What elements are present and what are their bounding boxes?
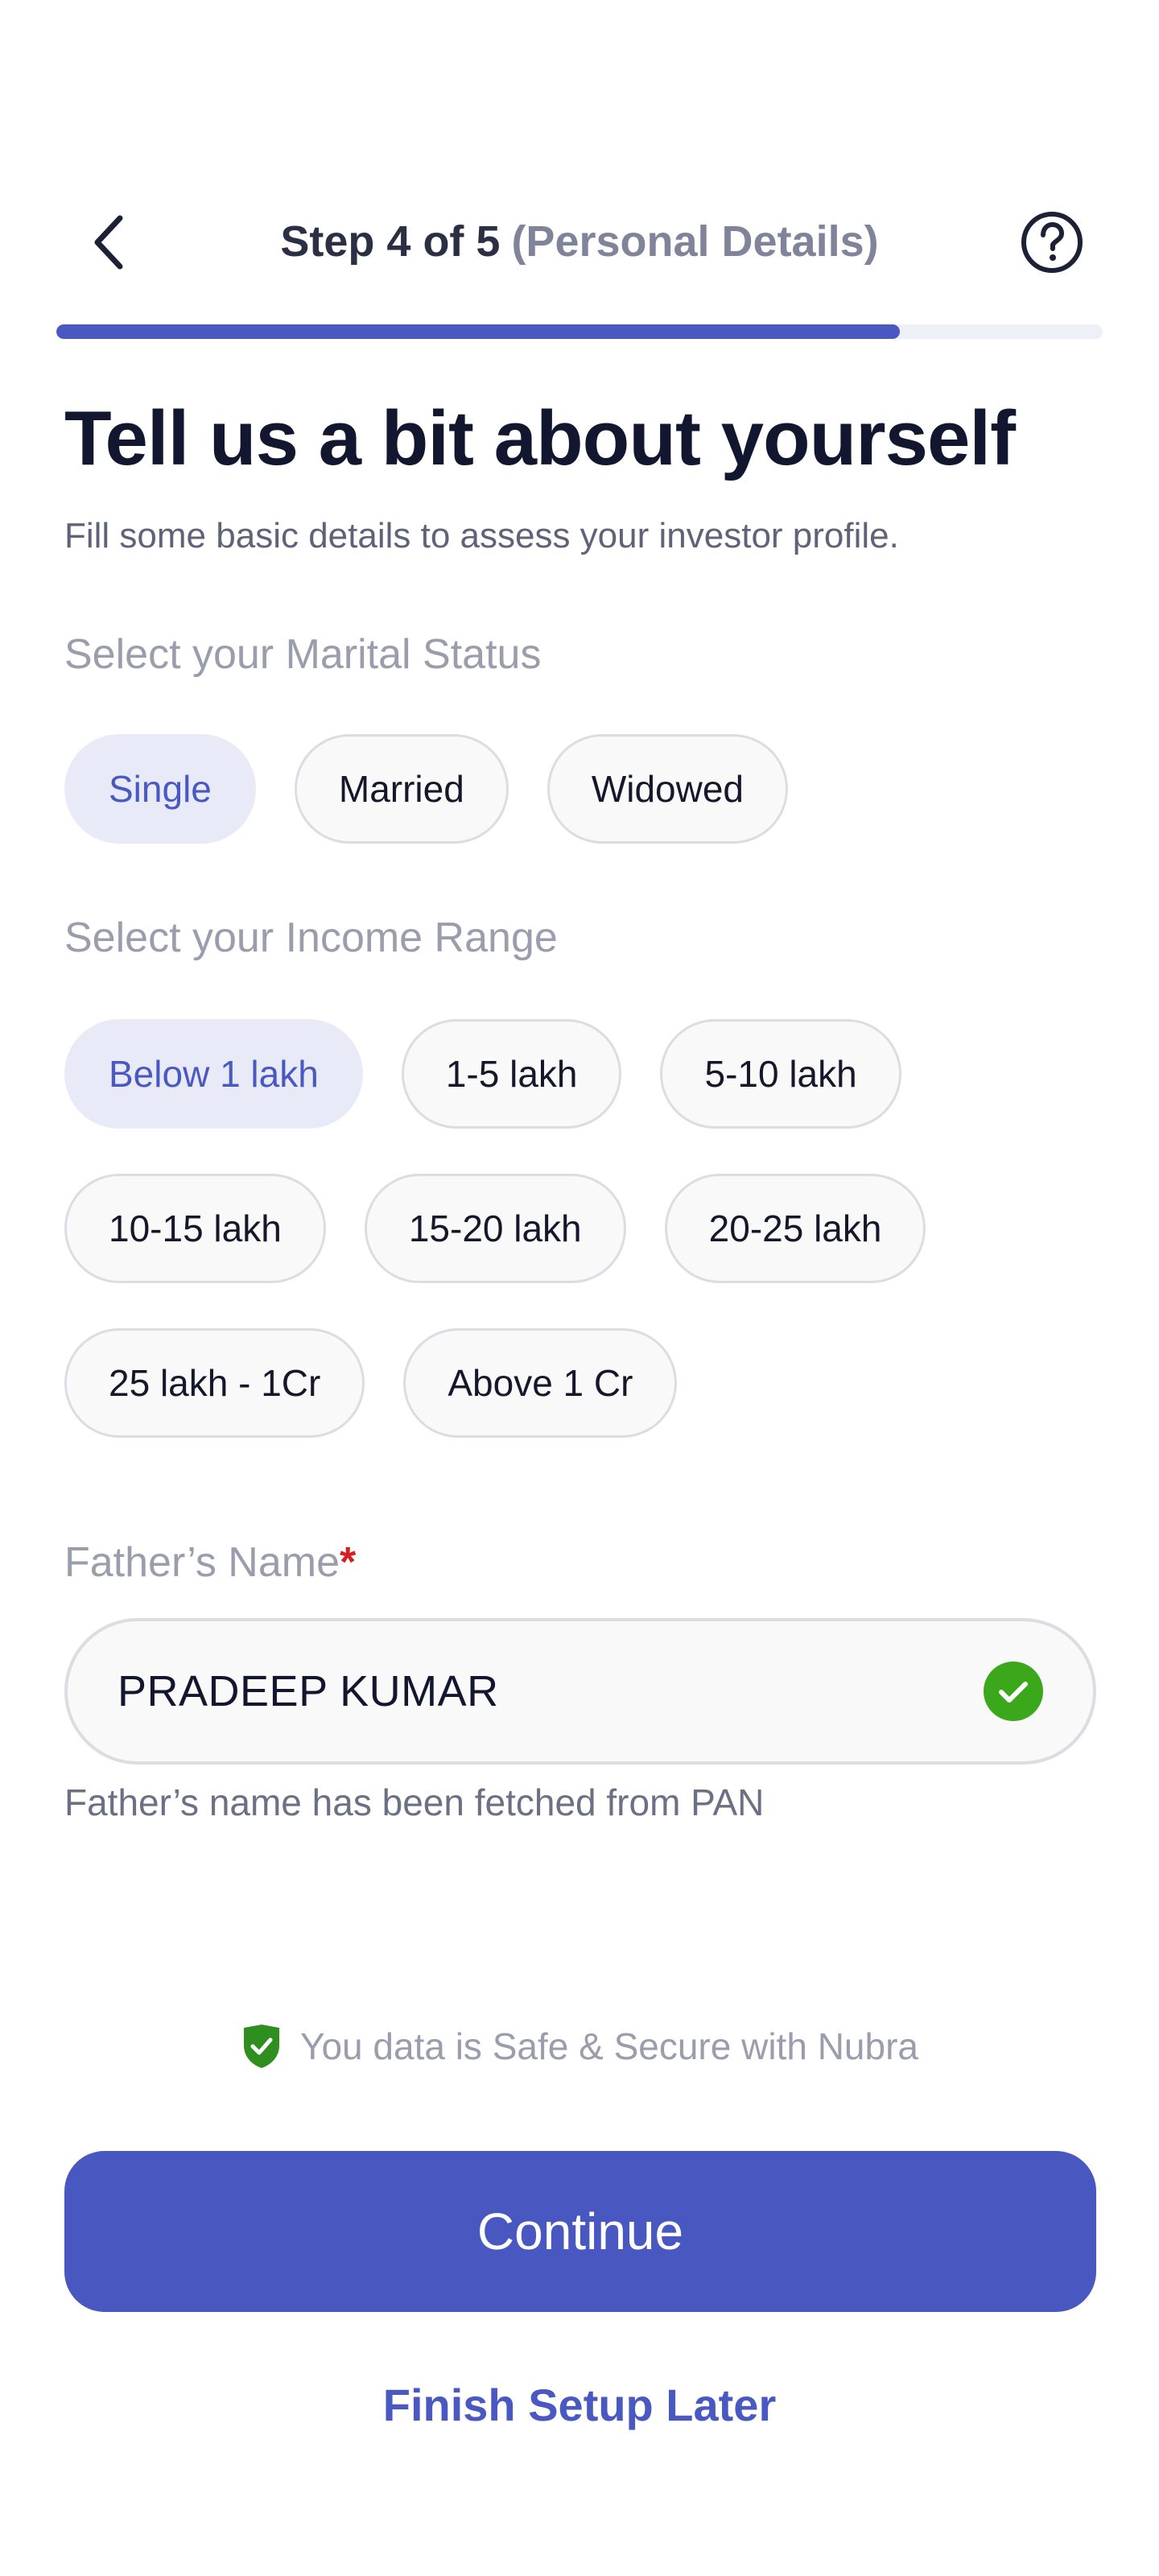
income-chip-5-10-lakh[interactable]: 5-10 lakh (660, 1019, 901, 1129)
security-text: You data is Safe & Secure with Nubra (300, 2025, 918, 2067)
income-chip-10-15-lakh[interactable]: 10-15 lakh (64, 1174, 326, 1283)
step-text: Step 4 of 5 (280, 217, 501, 266)
income-chip-15-20-lakh[interactable]: 15-20 lakh (364, 1174, 626, 1283)
personal-details-screen: Step 4 of 5 (Personal Details) Tell us a … (0, 0, 1159, 2576)
marital-chip-widowed[interactable]: Widowed (547, 734, 789, 844)
income-chip-above-1-cr[interactable]: Above 1 Cr (403, 1328, 678, 1438)
fathers-name-label-text: Father’s Name (64, 1539, 340, 1586)
page-subtitle: Fill some basic details to assess your i… (64, 516, 899, 555)
fathers-name-value: PRADEEP KUMAR (118, 1667, 499, 1715)
check-circle-icon (984, 1662, 1043, 1721)
page-title: Tell us a bit about yourself (64, 395, 1016, 481)
help-button[interactable] (1016, 206, 1088, 279)
income-chip-below-1-lakh[interactable]: Below 1 lakh (64, 1019, 363, 1129)
question-circle-icon (1021, 212, 1083, 273)
fathers-name-helper: Father’s name has been fetched from PAN (64, 1781, 765, 1823)
income-range-row-1: Below 1 lakh 1-5 lakh 5-10 lakh (64, 1019, 901, 1129)
progress-fill (56, 324, 900, 339)
income-range-row-3: 25 lakh - 1Cr Above 1 Cr (64, 1328, 678, 1438)
continue-button[interactable]: Continue (64, 2151, 1096, 2312)
marital-chip-married[interactable]: Married (294, 734, 509, 844)
marital-chip-single[interactable]: Single (64, 734, 256, 844)
required-asterisk: * (340, 1539, 357, 1586)
step-subtitle: (Personal Details) (511, 217, 879, 266)
income-chip-25-lakh-1cr[interactable]: 25 lakh - 1Cr (64, 1328, 365, 1438)
income-range-row-2: 10-15 lakh 15-20 lakh 20-25 lakh (64, 1174, 926, 1283)
progress-bar (56, 324, 1103, 339)
shield-check-icon (244, 2025, 279, 2068)
header: Step 4 of 5 (Personal Details) (0, 193, 1159, 290)
step-indicator: Step 4 of 5 (Personal Details) (0, 211, 1159, 272)
income-chip-1-5-lakh[interactable]: 1-5 lakh (401, 1019, 622, 1129)
marital-status-options: Single Married Widowed (64, 734, 789, 844)
fathers-name-label: Father’s Name* (64, 1534, 356, 1591)
security-notice: You data is Safe & Secure with Nubra (0, 2021, 1159, 2072)
finish-setup-later-link[interactable]: Finish Setup Later (0, 2375, 1159, 2436)
marital-status-label: Select your Marital Status (64, 631, 542, 678)
income-range-label: Select your Income Range (64, 914, 558, 961)
fathers-name-field[interactable]: PRADEEP KUMAR (64, 1618, 1096, 1765)
income-chip-20-25-lakh[interactable]: 20-25 lakh (664, 1174, 926, 1283)
